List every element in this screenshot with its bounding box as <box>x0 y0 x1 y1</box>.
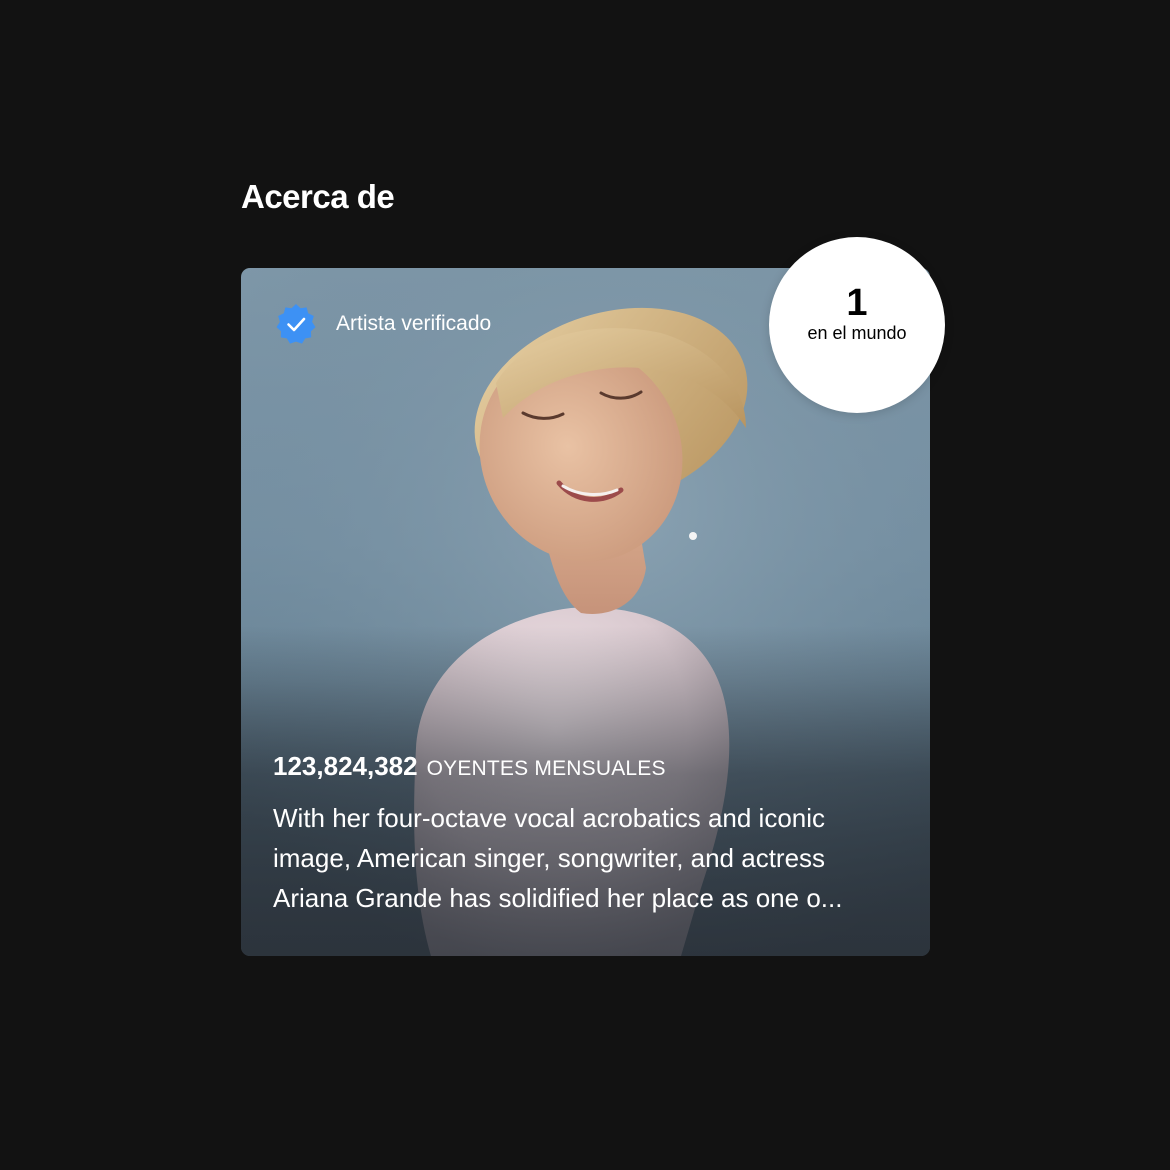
artist-about-page: Acerca de Artista verificado 123,824,382… <box>0 0 1170 1170</box>
verified-artist-label: Artista verificado <box>336 312 492 335</box>
verified-badge-icon <box>276 304 316 344</box>
world-rank-label: en el mundo <box>807 323 907 343</box>
monthly-listeners: 123,824,382 OYENTES MENSUALES <box>273 751 666 782</box>
verified-artist-row: Artista verificado <box>274 302 491 346</box>
world-rank-badge: 1 en el mundo <box>769 237 945 413</box>
section-title: Acerca de <box>241 178 395 215</box>
artist-bio: With her four-octave vocal acrobatics an… <box>273 803 843 913</box>
world-rank-number: 1 <box>846 282 868 324</box>
monthly-listeners-label: OYENTES MENSUALES <box>426 757 666 780</box>
monthly-listeners-count: 123,824,382 <box>273 751 418 781</box>
